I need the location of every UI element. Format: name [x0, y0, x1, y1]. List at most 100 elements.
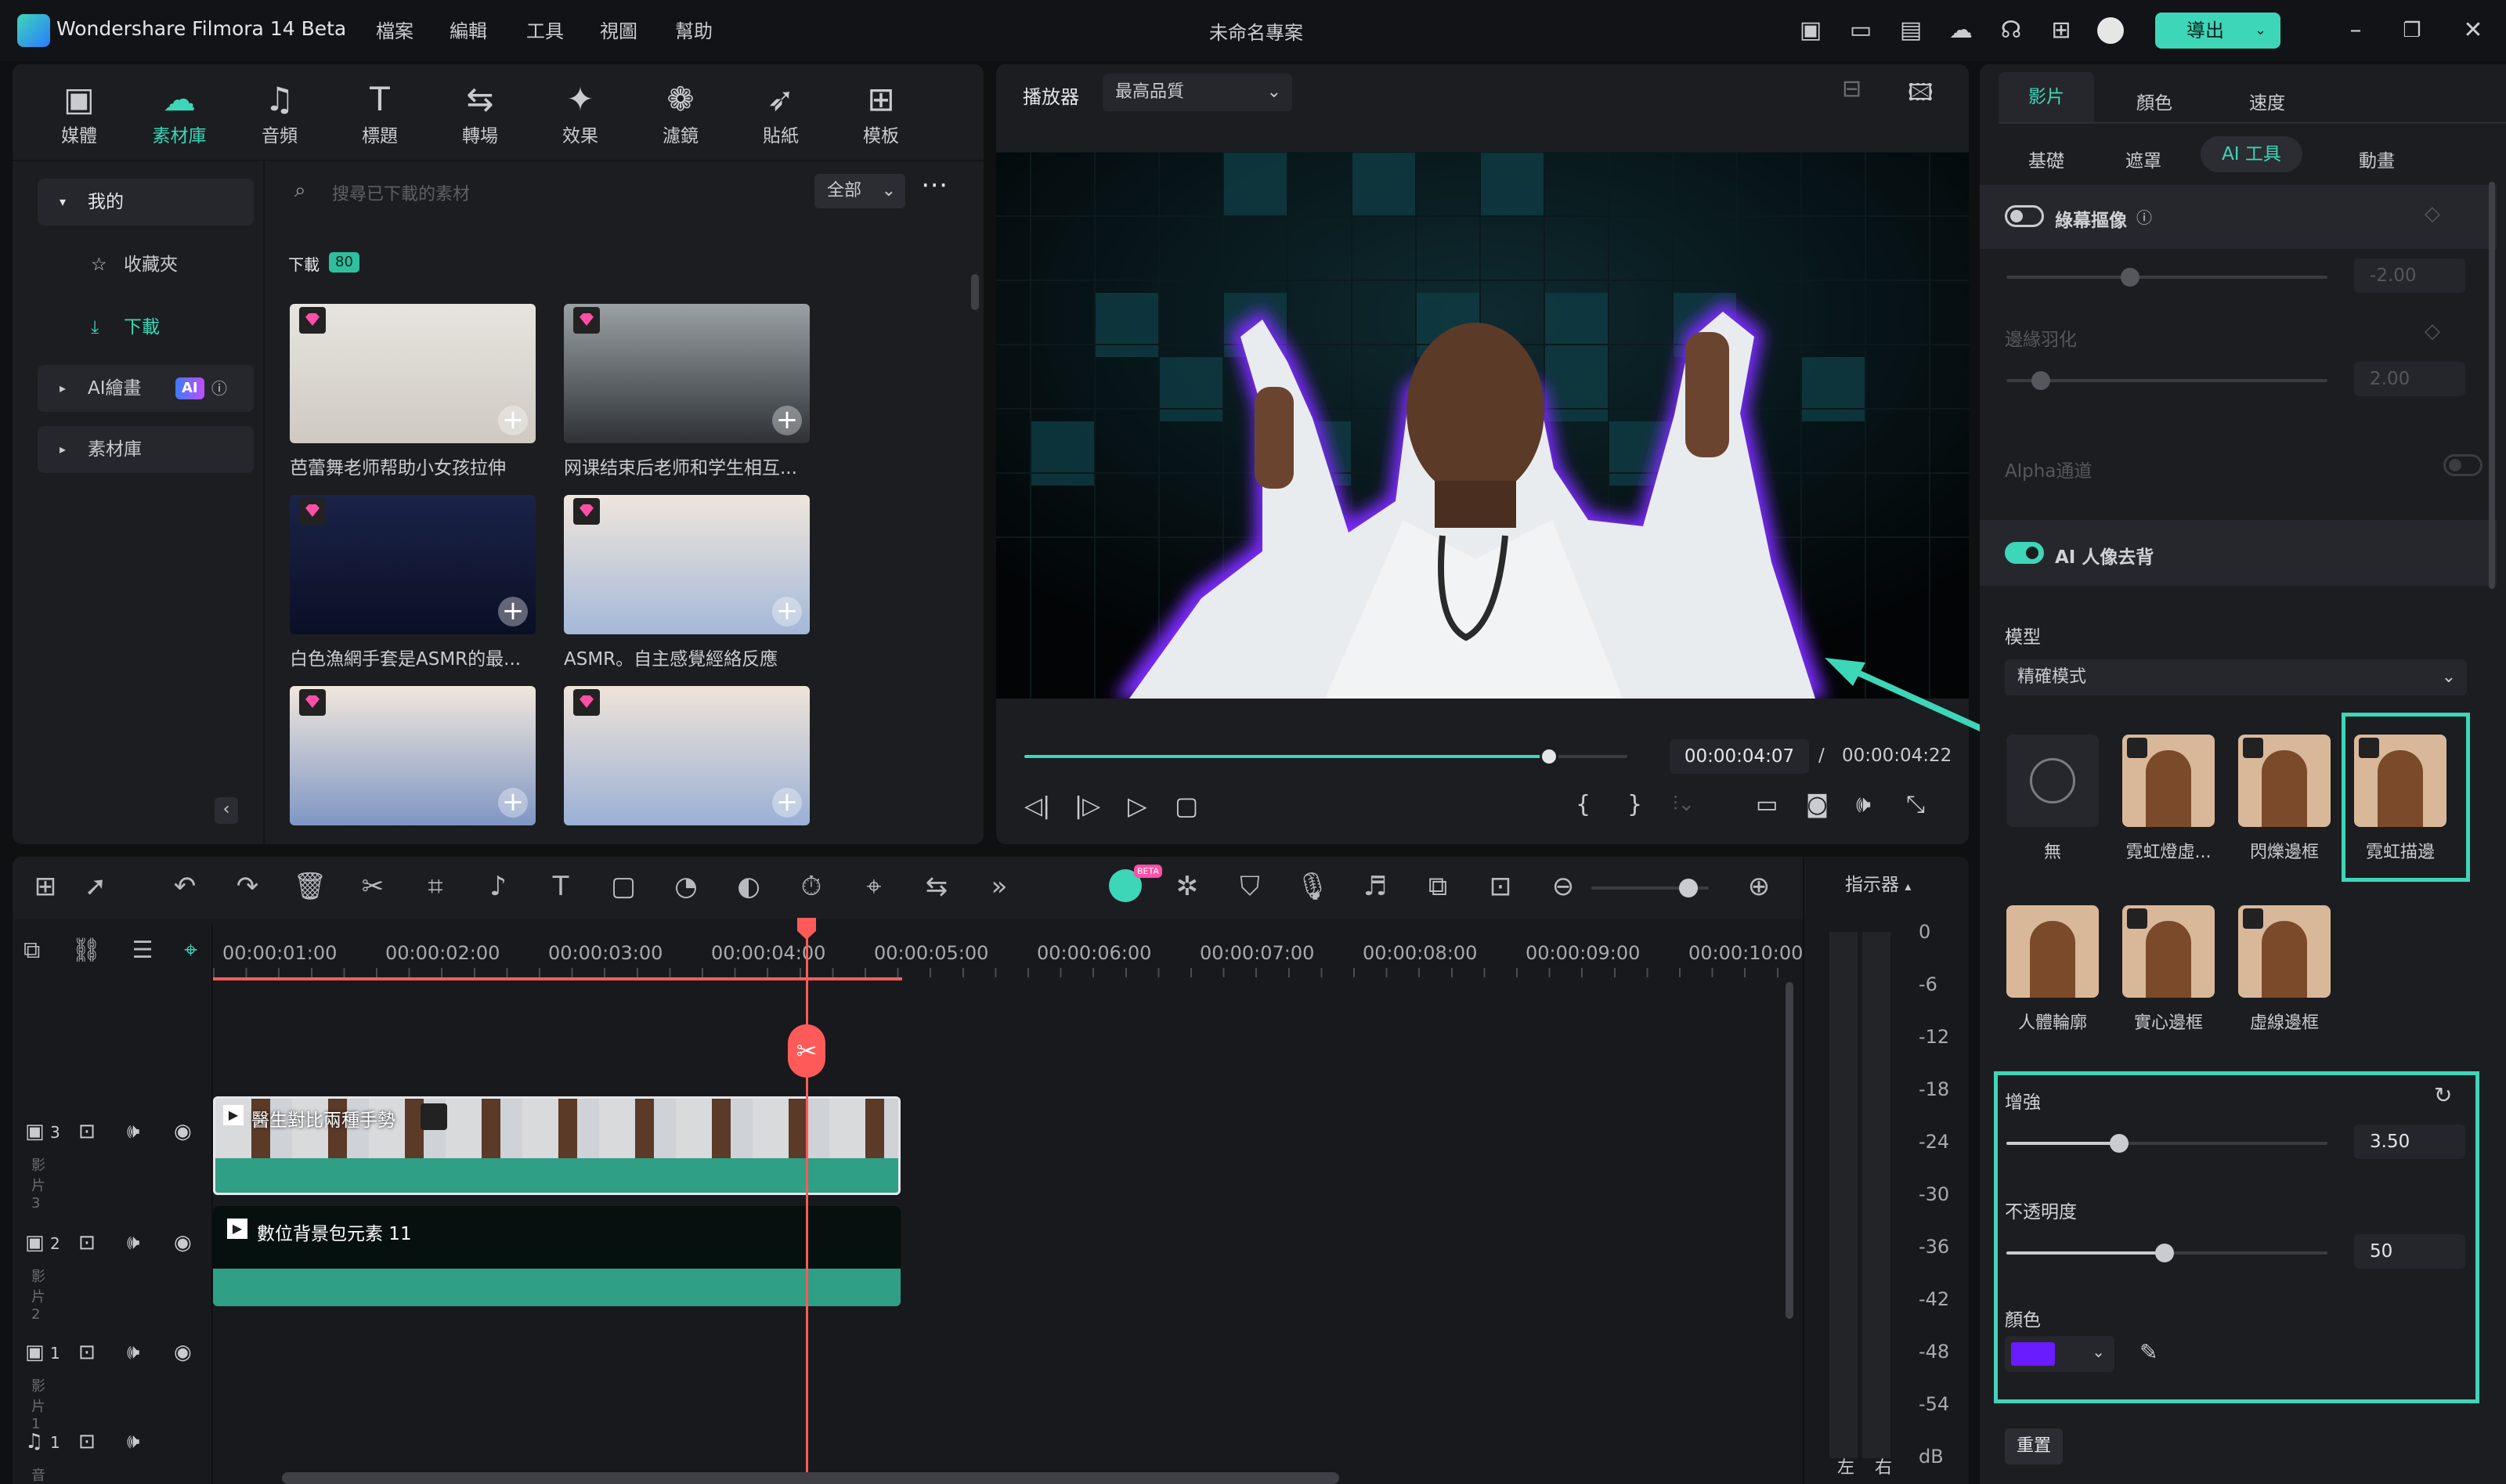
marker-icon[interactable]: ⛉	[1233, 869, 1267, 904]
media-thumbnail[interactable]: +	[290, 304, 536, 443]
subtab-basic[interactable]: 基礎	[2028, 146, 2064, 172]
chroma-slider-track[interactable]	[2006, 276, 2327, 279]
prev-frame-icon[interactable]: ◁|	[1024, 793, 1050, 820]
enhance-slider-knob[interactable]	[2110, 1134, 2129, 1153]
add-icon[interactable]: +	[772, 788, 802, 818]
video-preview[interactable]	[996, 152, 1969, 699]
volume-icon[interactable]: 🕪	[127, 1231, 139, 1255]
sidebar-item-downloads[interactable]: ⤓ 下載	[38, 304, 254, 351]
save-icon[interactable]: ▤	[1895, 15, 1926, 46]
cut-icon[interactable]: ✂	[356, 869, 390, 904]
color-icon[interactable]: ◐	[731, 869, 766, 904]
fullscreen-icon[interactable]: ⤡	[1906, 791, 1925, 818]
feather-value[interactable]: 2.00	[2354, 362, 2465, 396]
lock-icon[interactable]: ⊡	[78, 1341, 96, 1364]
menu-help[interactable]: 幫助	[675, 16, 713, 43]
timer-icon[interactable]: ⏱	[794, 869, 829, 904]
keyframe-icon[interactable]: ◇	[2425, 320, 2440, 343]
more-icon[interactable]: »	[982, 869, 1016, 904]
split-button[interactable]: ✂	[788, 1024, 825, 1078]
help-icon[interactable]: ⓘ	[2136, 205, 2152, 228]
add-icon[interactable]: +	[772, 597, 802, 626]
model-dropdown[interactable]: 精確模式 ⌄	[2005, 659, 2467, 695]
text-icon[interactable]: T	[543, 869, 578, 904]
effect-option[interactable]	[2122, 735, 2215, 827]
tab-sticker[interactable]: ➶ 貼紙	[738, 70, 824, 157]
tab-effects[interactable]: ✦ 效果	[537, 70, 623, 157]
media-thumbnail[interactable]: +	[564, 495, 810, 634]
quality-dropdown[interactable]: 最高品質 ⌄	[1103, 74, 1292, 111]
video-clip-doctor[interactable]: ▶ 醫生對比兩種手勢	[213, 1096, 901, 1195]
restore-icon[interactable]: ❐	[2396, 15, 2428, 46]
sidebar-item-library[interactable]: ▸ 素材庫	[38, 426, 254, 473]
menu-edit[interactable]: 編輯	[450, 16, 487, 43]
snap-icon[interactable]: ⌖	[184, 937, 197, 964]
tab-music[interactable]: ♫ 音頻	[237, 70, 323, 157]
next-frame-icon[interactable]: |▷	[1074, 793, 1100, 820]
effect-option[interactable]	[2006, 735, 2099, 827]
stop-icon[interactable]: ▢	[1175, 791, 1198, 821]
support-icon[interactable]: ☊	[1995, 15, 2027, 46]
effect-option[interactable]	[2238, 735, 2331, 827]
mic-icon[interactable]: 🎙	[1295, 869, 1330, 904]
tab-filter[interactable]: ❁ 濾鏡	[637, 70, 724, 157]
layout-icon[interactable]: ⊞	[28, 869, 63, 904]
playback-scrubber[interactable]	[1539, 747, 1558, 766]
sidebar-item-mine[interactable]: ▾ 我的	[38, 179, 254, 226]
media-thumbnail[interactable]: +	[564, 686, 810, 825]
add-icon[interactable]: +	[498, 406, 528, 435]
add-icon[interactable]: +	[772, 406, 802, 435]
collapse-sidebar-button[interactable]: ‹	[215, 797, 238, 824]
enhance-value[interactable]: 3.50	[2354, 1125, 2465, 1159]
auto-icon[interactable]: ✲	[1170, 869, 1204, 904]
chroma-value[interactable]: -2.00	[2354, 258, 2465, 293]
select-icon[interactable]: ➚	[78, 869, 113, 904]
help-icon[interactable]: ⓘ	[211, 365, 227, 412]
menu-tools[interactable]: 工具	[526, 16, 564, 43]
snapshot-icon[interactable]: ◙	[1806, 791, 1829, 818]
speed-icon[interactable]: ◔	[669, 869, 703, 904]
avatar[interactable]	[2097, 17, 2124, 44]
scrollbar[interactable]	[971, 274, 979, 310]
effect-option[interactable]	[2006, 905, 2099, 998]
media-thumbnail[interactable]: +	[290, 686, 536, 825]
add-track-icon[interactable]: ⧉	[23, 937, 40, 964]
opacity-slider-knob[interactable]	[2155, 1244, 2174, 1262]
more-icon[interactable]: ⋯	[921, 169, 948, 200]
track-list-icon[interactable]: ☰	[132, 937, 153, 964]
tab-title[interactable]: T 標題	[337, 70, 423, 157]
stabilize-icon[interactable]: ⌖	[857, 869, 891, 904]
background-clip[interactable]: ▶ 數位背景包元素 11	[213, 1206, 901, 1306]
play-icon[interactable]: ▷	[1128, 791, 1147, 821]
chroma-key-toggle[interactable]	[2005, 205, 2044, 227]
tab-media[interactable]: ▣ 媒體	[36, 70, 122, 157]
media-thumbnail[interactable]: +	[290, 495, 536, 634]
pip-icon[interactable]: ⧉	[1421, 869, 1455, 904]
grid-apps-icon[interactable]: ⊞	[2046, 15, 2077, 46]
panel-scrollbar[interactable]	[2489, 182, 2495, 589]
lock-icon[interactable]: ⊡	[78, 1231, 96, 1255]
filter-dropdown[interactable]: 全部 ⌄	[814, 174, 905, 208]
volume-icon[interactable]: 🕪	[127, 1341, 139, 1365]
volume-icon[interactable]: 🕪	[127, 1120, 139, 1144]
media-thumbnail[interactable]: +	[564, 304, 810, 443]
subtab-ai-tools[interactable]: AI 工具	[2201, 136, 2302, 172]
image-quality-icon[interactable]: 🖾	[1908, 75, 1934, 115]
ai-portrait-toggle[interactable]	[2005, 542, 2044, 564]
add-icon[interactable]: +	[498, 597, 528, 626]
alpha-toggle[interactable]	[2443, 454, 2483, 476]
tts-icon[interactable]: ⇆	[919, 869, 954, 904]
tab-template[interactable]: ⊞ 模板	[838, 70, 924, 157]
eye-icon[interactable]: ◉	[174, 1120, 192, 1143]
render-preview-icon[interactable]: ▣	[1795, 15, 1826, 46]
minimize-icon[interactable]: –	[2340, 15, 2371, 46]
mark-in-icon[interactable]: {	[1576, 791, 1591, 818]
keyframe-icon[interactable]: ◇	[2425, 202, 2440, 226]
crop-icon[interactable]: ⌗	[418, 869, 453, 904]
effect-option[interactable]	[2238, 905, 2331, 998]
eye-icon[interactable]: ◉	[174, 1231, 192, 1255]
tab-speed[interactable]: 速度	[2249, 88, 2285, 114]
delete-icon[interactable]: 🗑	[293, 869, 327, 904]
volume-icon[interactable]: 🕪	[1856, 791, 1871, 818]
fit-icon[interactable]: ⊡	[1483, 869, 1518, 904]
